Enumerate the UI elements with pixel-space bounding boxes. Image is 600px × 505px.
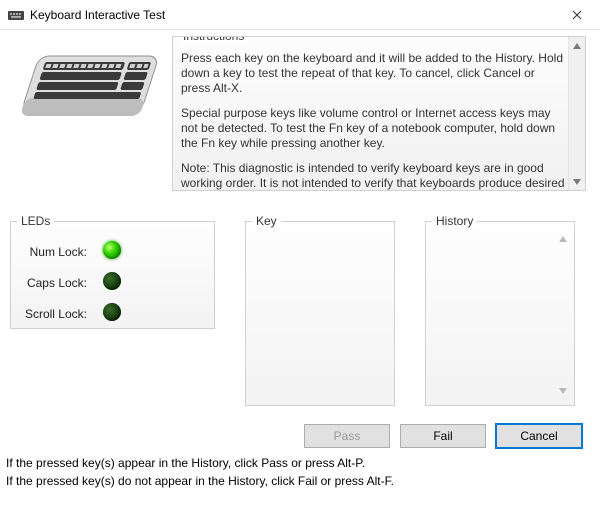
history-label: History xyxy=(432,214,477,228)
close-icon xyxy=(572,10,582,20)
scroll-down-icon[interactable] xyxy=(569,173,585,190)
middle-area: LEDs Num Lock: Caps Lock: Scroll Lock: K… xyxy=(0,197,600,406)
leds-group: LEDs Num Lock: Caps Lock: Scroll Lock: xyxy=(10,221,215,329)
led-name: Num Lock: xyxy=(21,236,101,267)
instructions-scrollbar[interactable] xyxy=(568,37,585,190)
led-row: Caps Lock: xyxy=(21,267,204,298)
history-scrollbar[interactable] xyxy=(554,230,571,399)
instructions-group: Instructions Press each key on the keybo… xyxy=(172,36,586,191)
fail-button[interactable]: Fail xyxy=(400,424,486,448)
key-label: Key xyxy=(252,214,281,228)
footer-line: If the pressed key(s) appear in the Hist… xyxy=(0,454,600,472)
top-area: Instructions Press each key on the keybo… xyxy=(0,30,600,197)
close-button[interactable] xyxy=(554,0,600,30)
led-indicator-scrolllock xyxy=(103,303,121,321)
leds-label: LEDs xyxy=(17,214,54,228)
led-row: Num Lock: xyxy=(21,236,204,267)
scroll-up-icon[interactable] xyxy=(554,230,571,247)
button-row: Pass Fail Cancel xyxy=(0,406,600,454)
instructions-label: Instructions xyxy=(179,36,248,43)
window-title: Keyboard Interactive Test xyxy=(30,8,554,22)
instructions-paragraph: Press each key on the keyboard and it wi… xyxy=(181,51,565,96)
history-group: History xyxy=(425,221,575,406)
led-name: Scroll Lock: xyxy=(21,298,101,329)
led-indicator-numlock xyxy=(103,241,121,259)
keyboard-icon xyxy=(8,7,24,23)
led-name: Caps Lock: xyxy=(21,267,101,298)
led-indicator-capslock xyxy=(103,272,121,290)
keyboard-image xyxy=(10,38,170,158)
instructions-paragraph: Special purpose keys like volume control… xyxy=(181,106,565,151)
cancel-button[interactable]: Cancel xyxy=(496,424,582,448)
scroll-up-icon[interactable] xyxy=(569,37,585,54)
titlebar[interactable]: Keyboard Interactive Test xyxy=(0,0,600,30)
footer-line: If the pressed key(s) do not appear in t… xyxy=(0,472,600,490)
led-row: Scroll Lock: xyxy=(21,298,204,329)
window: Keyboard Interactive Test xyxy=(0,0,600,505)
instructions-paragraph: Note: This diagnostic is intended to ver… xyxy=(181,161,565,191)
key-group: Key xyxy=(245,221,395,406)
scroll-down-icon[interactable] xyxy=(554,382,571,399)
pass-button[interactable]: Pass xyxy=(304,424,390,448)
